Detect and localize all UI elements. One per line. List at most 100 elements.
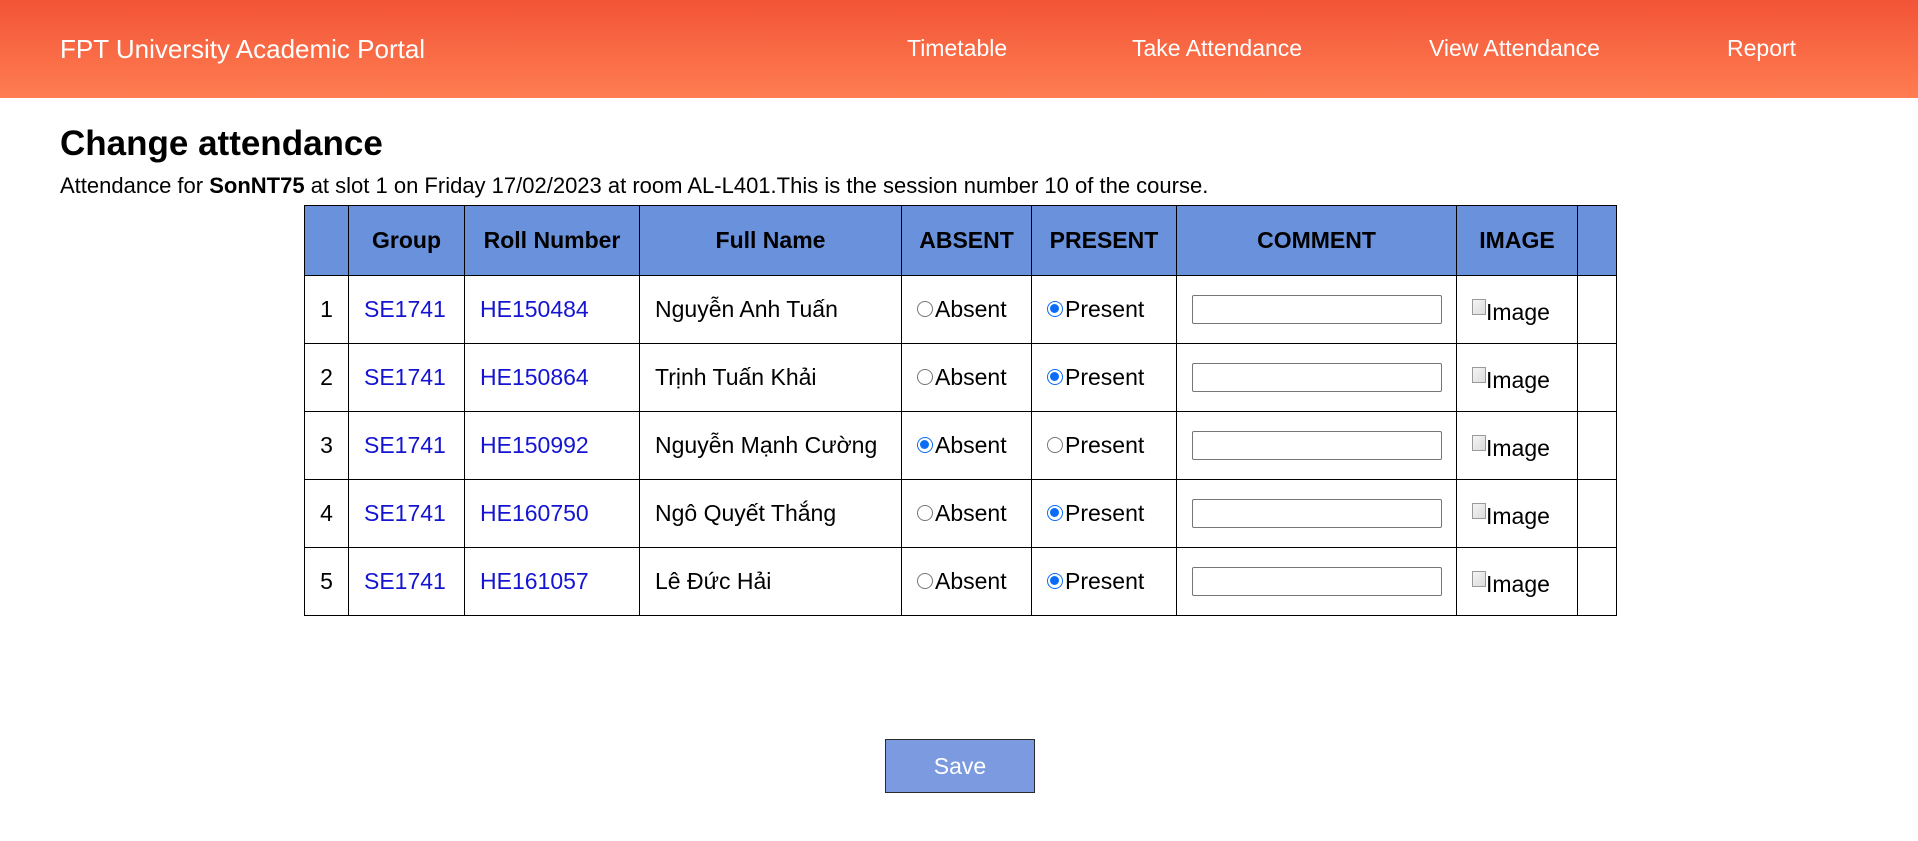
broken-image-icon (1472, 434, 1486, 451)
absent-radio[interactable] (917, 301, 933, 318)
image-alt-text: Image (1486, 434, 1550, 461)
roll-number-link[interactable]: HE150484 (480, 296, 589, 322)
broken-image-icon (1472, 366, 1486, 383)
absent-cell: Absent (901, 479, 1032, 548)
comment-cell (1176, 479, 1457, 548)
roll-number-cell: HE150992 (464, 411, 640, 480)
nav-take-attendance[interactable]: Take Attendance (1132, 35, 1302, 62)
absent-cell: Absent (901, 547, 1032, 616)
portal-brand[interactable]: FPT University Academic Portal (60, 34, 425, 65)
group-cell: SE1741 (348, 411, 465, 480)
extra-cell (1577, 547, 1617, 616)
roll-number-link[interactable]: HE161057 (480, 568, 589, 594)
comment-input[interactable] (1192, 499, 1442, 528)
column-header-present: PRESENT (1031, 205, 1177, 276)
absent-radio-label[interactable]: Absent (935, 296, 1007, 323)
extra-cell (1577, 343, 1617, 412)
column-header-extra (1577, 205, 1617, 276)
absent-cell: Absent (901, 343, 1032, 412)
comment-input[interactable] (1192, 567, 1442, 596)
nav-view-attendance[interactable]: View Attendance (1429, 35, 1600, 62)
broken-image-icon (1472, 298, 1486, 315)
roll-number-link[interactable]: HE150992 (480, 432, 589, 458)
present-cell: Present (1031, 479, 1177, 548)
present-radio[interactable] (1047, 573, 1063, 590)
image-cell: Image (1456, 343, 1578, 412)
image-cell: Image (1456, 275, 1578, 344)
table-row: 3 SE1741 HE150992 Nguyễn Mạnh Cường Abse… (304, 411, 1617, 480)
present-cell: Present (1031, 411, 1177, 480)
instructor-name: SonNT75 (209, 173, 305, 198)
present-radio-label[interactable]: Present (1065, 568, 1144, 595)
absent-cell: Absent (901, 411, 1032, 480)
roll-number-cell: HE150864 (464, 343, 640, 412)
absent-radio[interactable] (917, 505, 933, 522)
table-row: 4 SE1741 HE160750 Ngô Quyết Thắng Absent… (304, 479, 1617, 548)
nav-report[interactable]: Report (1727, 35, 1796, 62)
save-button[interactable]: Save (885, 739, 1035, 793)
absent-radio[interactable] (917, 369, 933, 386)
comment-cell (1176, 411, 1457, 480)
present-radio[interactable] (1047, 437, 1063, 454)
present-radio[interactable] (1047, 301, 1063, 318)
absent-radio-label[interactable]: Absent (935, 364, 1007, 391)
comment-input[interactable] (1192, 431, 1442, 460)
present-radio-label[interactable]: Present (1065, 500, 1144, 527)
column-header-roll-number: Roll Number (464, 205, 640, 276)
column-header-group: Group (348, 205, 465, 276)
full-name-cell: Nguyễn Mạnh Cường (639, 411, 902, 480)
absent-cell: Absent (901, 275, 1032, 344)
roll-number-cell: HE150484 (464, 275, 640, 344)
roll-number-link[interactable]: HE150864 (480, 364, 589, 390)
present-radio[interactable] (1047, 505, 1063, 522)
image-alt-text: Image (1486, 502, 1550, 529)
column-header-comment: COMMENT (1176, 205, 1457, 276)
row-index: 5 (304, 547, 349, 616)
present-radio-label[interactable]: Present (1065, 432, 1144, 459)
comment-input[interactable] (1192, 363, 1442, 392)
row-index: 4 (304, 479, 349, 548)
nav-timetable[interactable]: Timetable (907, 35, 1007, 62)
absent-radio-label[interactable]: Absent (935, 500, 1007, 527)
group-cell: SE1741 (348, 479, 465, 548)
image-alt-text: Image (1486, 298, 1550, 325)
table-row: 2 SE1741 HE150864 Trịnh Tuấn Khải Absent… (304, 343, 1617, 412)
group-link[interactable]: SE1741 (364, 500, 446, 526)
group-link[interactable]: SE1741 (364, 568, 446, 594)
group-link[interactable]: SE1741 (364, 364, 446, 390)
group-link[interactable]: SE1741 (364, 432, 446, 458)
column-header-index (304, 205, 349, 276)
comment-cell (1176, 547, 1457, 616)
broken-image-icon (1472, 502, 1486, 519)
page-title: Change attendance (60, 124, 383, 163)
column-header-full-name: Full Name (639, 205, 902, 276)
absent-radio[interactable] (917, 437, 933, 454)
row-index: 2 (304, 343, 349, 412)
full-name-cell: Nguyễn Anh Tuấn (639, 275, 902, 344)
group-cell: SE1741 (348, 547, 465, 616)
roll-number-cell: HE161057 (464, 547, 640, 616)
broken-image-icon (1472, 570, 1486, 587)
extra-cell (1577, 411, 1617, 480)
full-name-cell: Trịnh Tuấn Khải (639, 343, 902, 412)
row-index: 3 (304, 411, 349, 480)
subtitle-prefix: Attendance for (60, 173, 210, 198)
group-cell: SE1741 (348, 343, 465, 412)
roll-number-link[interactable]: HE160750 (480, 500, 589, 526)
present-radio-label[interactable]: Present (1065, 296, 1144, 323)
image-alt-text: Image (1486, 366, 1550, 393)
table-header-row: Group Roll Number Full Name ABSENT PRESE… (304, 205, 1617, 276)
present-radio-label[interactable]: Present (1065, 364, 1144, 391)
image-alt-text: Image (1486, 570, 1550, 597)
present-radio[interactable] (1047, 369, 1063, 386)
absent-radio-label[interactable]: Absent (935, 432, 1007, 459)
full-name-cell: Lê Đức Hải (639, 547, 902, 616)
group-link[interactable]: SE1741 (364, 296, 446, 322)
session-description: Attendance for SonNT75 at slot 1 on Frid… (60, 173, 1208, 199)
roll-number-cell: HE160750 (464, 479, 640, 548)
table-row: 5 SE1741 HE161057 Lê Đức Hải Absent Pres… (304, 547, 1617, 616)
absent-radio[interactable] (917, 573, 933, 590)
comment-input[interactable] (1192, 295, 1442, 324)
absent-radio-label[interactable]: Absent (935, 568, 1007, 595)
group-cell: SE1741 (348, 275, 465, 344)
